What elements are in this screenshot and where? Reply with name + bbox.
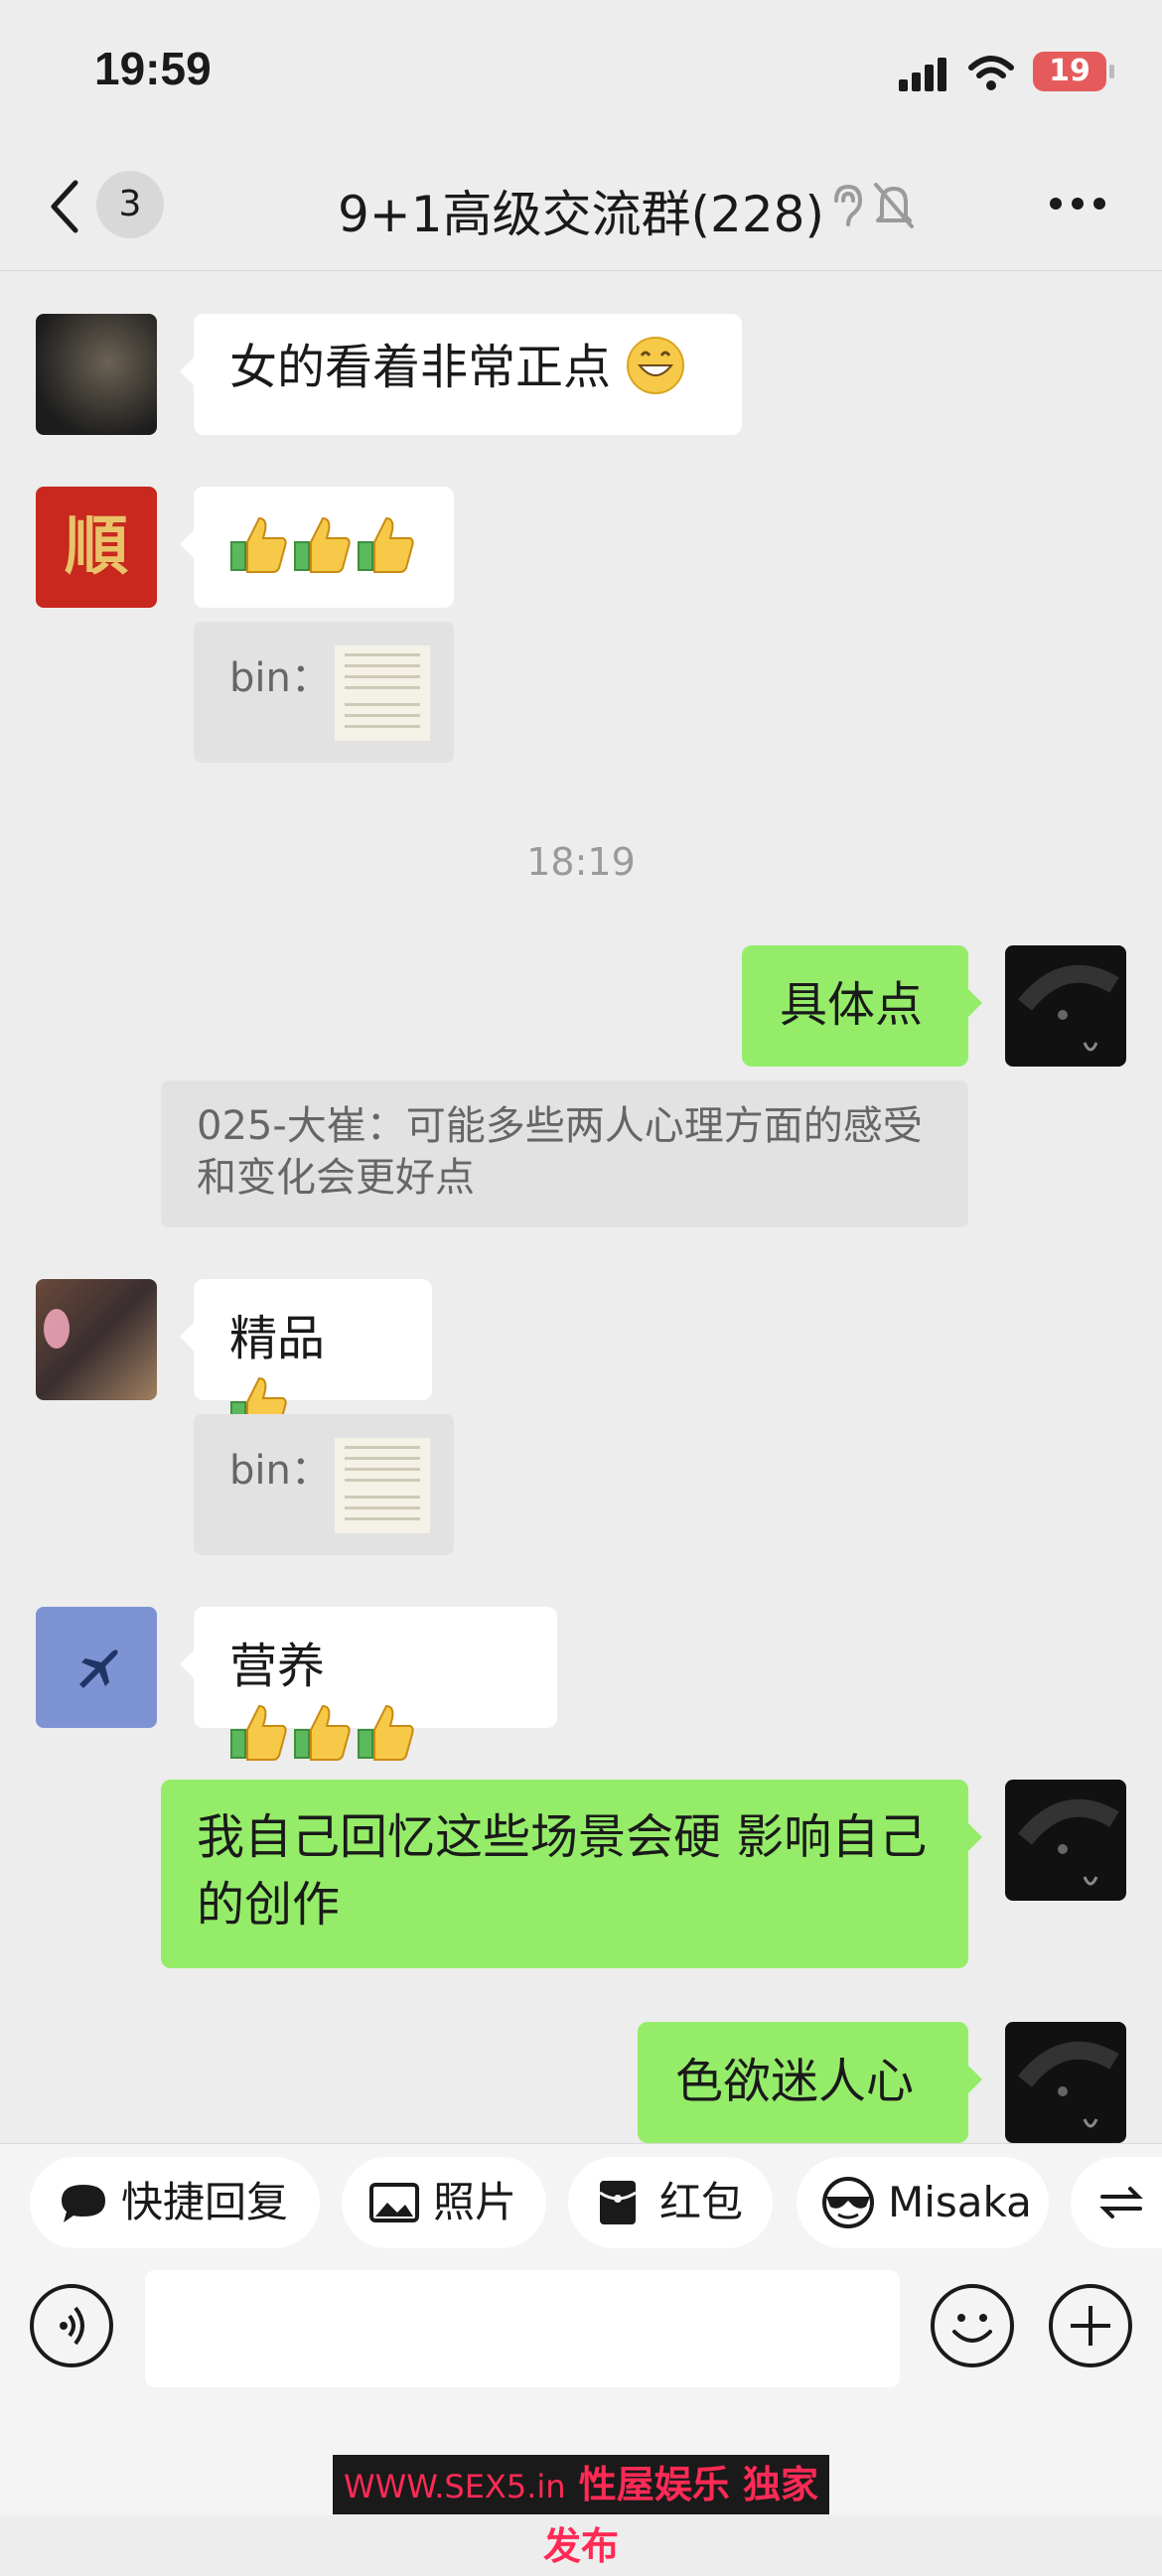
message-text: 精品 [229,1311,326,1366]
avatar[interactable]: 順 [36,487,157,608]
unread-count-badge[interactable]: 3 [96,171,164,238]
thumbs-up-icon [230,1704,414,1761]
watermark-text: 性屋娱乐 独家发布 [542,2463,819,2568]
emoji-icon [952,2314,992,2343]
chat-title: 9+1高级交流群(228) [338,186,824,243]
thumbs-up-icon [230,516,414,573]
umbrella-photo-icon [1017,964,1119,1052]
message-bubble[interactable]: 女的看着非常正点 [180,314,742,435]
umbrella-photo-icon [1017,1798,1119,1886]
quick-reply-button[interactable]: 快捷回复 [30,2157,320,2248]
grin-emoji-icon [627,337,685,394]
timestamp: 18:19 [526,840,636,884]
message-bubble-sent[interactable]: 具体点 [742,945,982,1067]
quote-text: 025-大崔：可能多些两人心理方面的感受和变化会更好点 [197,1103,923,1201]
back-chevron-icon[interactable] [48,179,81,234]
avatar[interactable] [36,314,157,435]
message-text: 营养 [229,1639,326,1694]
my-avatar[interactable] [1005,2022,1126,2143]
watermark-banner: WWW.SEX5.in 性屋娱乐 独家发布 [333,2455,829,2568]
quote-sender: bin： [229,655,331,701]
quick-reply-label: 快捷回复 [121,2178,289,2226]
my-avatar[interactable] [1005,945,1126,1067]
document-thumbnail [335,645,430,741]
document-thumbnail [335,1438,430,1533]
avatar[interactable] [36,1607,157,1728]
signal-icon [899,58,946,91]
airplane-icon [79,1649,118,1688]
switch-icon [1099,2187,1143,2218]
message-bubble-sent[interactable]: 我自己回忆这些场景会硬 影响自己的创作 [161,1780,982,1968]
sunglasses-icon [822,2177,874,2228]
battery-indicator: 19 [1033,52,1114,91]
more-icon[interactable] [1049,197,1106,211]
plus-icon [1071,2306,1110,2346]
nav-divider [0,270,1162,271]
message-text: 女的看着非常正点 [229,340,612,395]
avatar[interactable] [36,1279,157,1400]
quoted-document[interactable]: bin： [194,1414,454,1555]
quoted-document[interactable]: bin： [194,622,454,763]
message-text: 色欲迷人心 [675,2054,915,2109]
message-bubble[interactable]: 营养 [180,1607,557,1761]
watermark-site: WWW.SEX5.in [343,2468,566,2505]
voice-button[interactable] [30,2284,113,2367]
ear-icon [834,184,863,226]
photo-button[interactable]: 照片 [342,2157,546,2248]
plus-button[interactable] [1049,2284,1132,2367]
voice-icon [60,2306,84,2346]
message-bubble[interactable] [180,487,454,608]
message-text: 具体点 [780,977,924,1033]
message-text: 我自己回忆这些场景会硬 影响自己的创作 [197,1809,928,1932]
misaka-label: Misaka [888,2178,1032,2226]
status-time: 19:59 [94,43,212,94]
emoji-button[interactable] [931,2284,1014,2367]
quoted-message[interactable]: 025-大崔：可能多些两人心理方面的感受和变化会更好点 [161,1080,968,1227]
red-packet-label: 红包 [659,2178,744,2226]
chat-bubble-icon [62,2185,105,2222]
misaka-button[interactable]: Misaka [797,2157,1049,2248]
message-bubble-sent[interactable]: 色欲迷人心 [638,2022,982,2143]
image-icon [369,2183,419,2222]
mute-bell-icon [874,183,914,228]
switch-button[interactable] [1071,2157,1162,2248]
wifi-icon [968,56,1014,90]
umbrella-photo-icon [1017,2041,1119,2128]
photo-label: 照片 [433,2178,517,2226]
red-packet-icon [599,2181,637,2224]
quote-sender: bin： [229,1448,331,1494]
red-packet-button[interactable]: 红包 [568,2157,773,2248]
message-bubble[interactable]: 精品 [180,1279,432,1433]
message-input[interactable] [145,2270,900,2387]
my-avatar[interactable] [1005,1780,1126,1901]
